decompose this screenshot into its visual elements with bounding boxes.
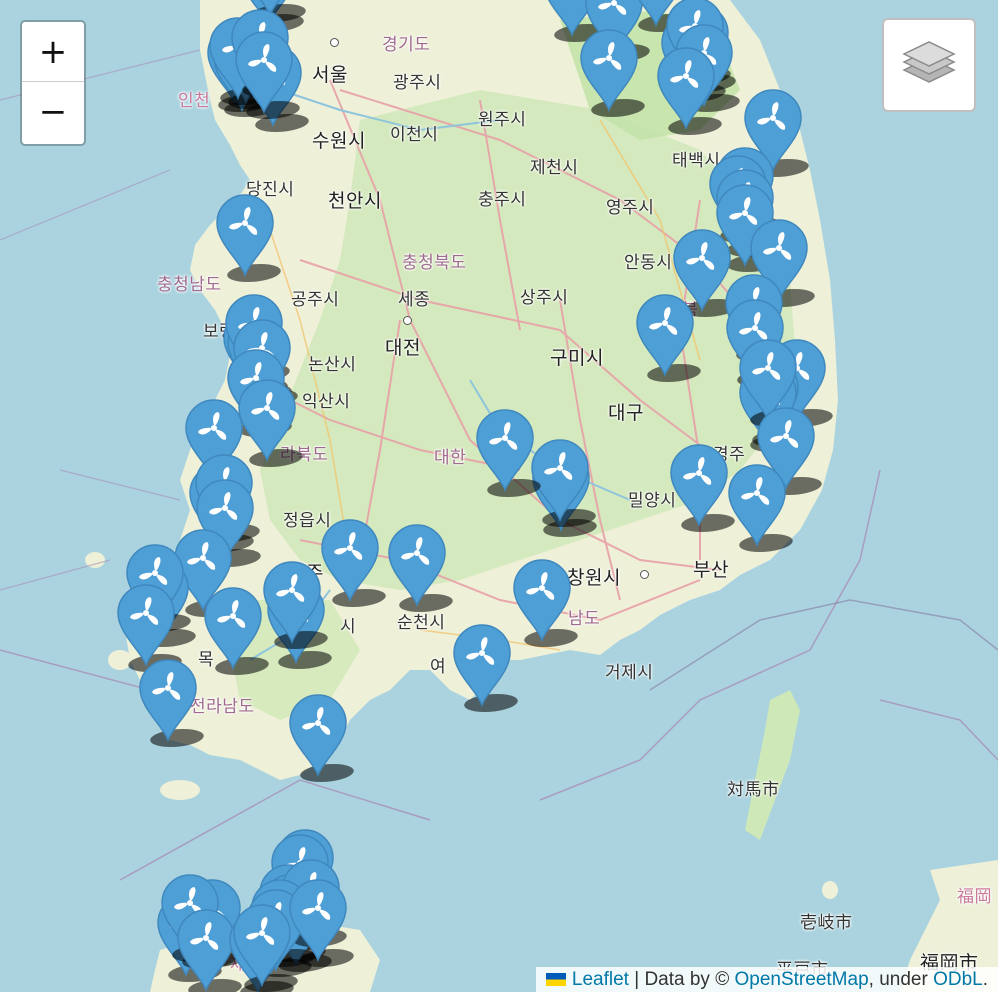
place-busan: 부산 xyxy=(693,559,729,581)
leaflet-link[interactable]: Leaflet xyxy=(572,969,629,990)
place-wonju: 원주시 xyxy=(478,110,527,130)
wind-turbine-marker[interactable] xyxy=(137,658,204,750)
place-fukuoka-pref: 福岡 xyxy=(957,887,992,907)
wind-turbine-marker[interactable] xyxy=(578,28,645,120)
attribution-data-by: | Data by © xyxy=(634,969,730,990)
place-gwangju-gg: 광주시 xyxy=(393,73,442,93)
place-tsushima: 対馬市 xyxy=(727,780,780,800)
place-gyeonggi: 경기도 xyxy=(382,35,431,55)
wind-turbine-marker[interactable] xyxy=(202,586,269,678)
wind-turbine-marker[interactable] xyxy=(233,30,300,122)
place-chungju: 충주시 xyxy=(478,190,527,210)
wind-turbine-marker[interactable] xyxy=(451,623,518,715)
place-yeosu: 여 xyxy=(430,657,447,677)
attribution: Leaflet | Data by © OpenStreetMap, under… xyxy=(535,967,998,992)
wind-turbine-marker[interactable] xyxy=(231,903,298,992)
city-dot-busan xyxy=(640,570,649,579)
layers-icon xyxy=(902,41,956,83)
osm-link[interactable]: OpenStreetMap xyxy=(735,969,869,990)
wind-turbine-marker[interactable] xyxy=(726,463,793,555)
place-yeongju: 영주시 xyxy=(606,198,655,218)
attribution-under: , under xyxy=(868,969,928,990)
place-andong: 안동시 xyxy=(624,253,673,273)
place-chungnam: 충청남도 xyxy=(157,275,222,295)
place-changwon: 창원시 xyxy=(567,567,621,589)
place-iksan: 익산시 xyxy=(302,392,351,412)
wind-turbine-marker[interactable] xyxy=(287,693,354,785)
wind-turbine-marker[interactable] xyxy=(214,193,281,285)
zoom-in-button[interactable]: + xyxy=(22,22,84,82)
wind-turbine-marker[interactable] xyxy=(261,560,328,652)
place-seoul: 서울 xyxy=(312,64,348,86)
wind-turbine-marker[interactable] xyxy=(511,558,578,650)
layers-button[interactable] xyxy=(882,18,976,112)
place-geoje: 거제시 xyxy=(605,663,654,683)
wind-turbine-marker[interactable] xyxy=(634,293,701,385)
place-jecheon: 제천시 xyxy=(530,158,579,178)
city-dot-daejeon xyxy=(403,316,412,325)
attribution-end: . xyxy=(982,969,988,990)
zoom-out-button[interactable]: − xyxy=(22,82,84,142)
wind-turbine-marker[interactable] xyxy=(287,878,354,970)
place-daegu: 대구 xyxy=(608,402,644,424)
wind-turbine-marker[interactable] xyxy=(474,408,541,500)
city-dot-seoul xyxy=(330,38,339,47)
place-gongju: 공주시 xyxy=(291,290,340,310)
place-daejeon: 대전 xyxy=(385,337,421,359)
wind-turbine-marker[interactable] xyxy=(319,518,386,610)
wind-turbine-marker[interactable] xyxy=(386,523,453,615)
wind-turbine-marker[interactable] xyxy=(668,443,735,535)
place-suwon: 수원시 xyxy=(312,130,366,152)
place-sangju: 상주시 xyxy=(520,288,569,308)
zoom-control: + − xyxy=(20,20,86,146)
ukraine-flag-icon xyxy=(545,973,566,986)
map[interactable]: 경기도 서울 광주시 인천 수원시 이천시 원주시 제천시 태백시 당진시 천안… xyxy=(0,0,998,992)
place-daehan: 대한 xyxy=(434,448,467,468)
place-icheon: 이천시 xyxy=(390,125,439,145)
place-cheonan: 천안시 xyxy=(328,190,382,212)
place-jeonnam: 전라남도 xyxy=(190,697,255,717)
place-sejong: 세종 xyxy=(398,290,431,310)
place-nonsan: 논산시 xyxy=(308,355,357,375)
place-gumi: 구미시 xyxy=(550,347,604,369)
place-si-gj: 시 xyxy=(340,617,357,637)
odbl-link[interactable]: ODbL xyxy=(933,969,983,990)
wind-turbine-marker[interactable] xyxy=(655,46,722,138)
place-iki: 壱岐市 xyxy=(800,913,853,933)
place-chungbuk: 충청북도 xyxy=(402,253,467,273)
